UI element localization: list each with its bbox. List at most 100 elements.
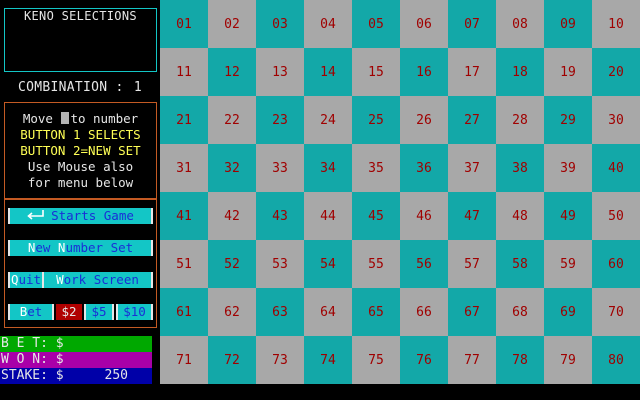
keno-number-cell[interactable]: 46 [400,192,448,240]
keno-number-cell[interactable]: 45 [352,192,400,240]
keno-number-cell[interactable]: 50 [592,192,640,240]
start-game-button[interactable]: Starts Game [8,208,153,224]
keno-number-cell[interactable]: 48 [496,192,544,240]
keno-number-cell[interactable]: 77 [448,336,496,384]
bet-5-button[interactable]: $5 [84,304,114,320]
keno-number-cell[interactable]: 38 [496,144,544,192]
keno-number-grid: 01 02 03 04 05 06 07 08 09 10 11 12 13 14 15 16 17 18 19 20… [160,0,640,384]
keno-number-cell[interactable]: 32 [208,144,256,192]
keno-number-cell[interactable]: 44 [304,192,352,240]
keno-number-cell[interactable]: 30 [592,96,640,144]
keno-number-cell[interactable]: 09 [544,0,592,48]
keno-number-cell[interactable]: 05 [352,0,400,48]
instruction-line-3: BUTTON 2=NEW SET [20,143,141,158]
keno-number-cell[interactable]: 23 [256,96,304,144]
keno-number-cell[interactable]: 43 [256,192,304,240]
instruction-line-1: Move to number [5,111,156,127]
keno-number-cell[interactable]: 78 [496,336,544,384]
keno-number-cell[interactable]: 02 [208,0,256,48]
keno-number-cell[interactable]: 49 [544,192,592,240]
keno-number-cell[interactable]: 59 [544,240,592,288]
keno-number-cell[interactable]: 58 [496,240,544,288]
keno-number-cell[interactable]: 67 [448,288,496,336]
keno-number-cell[interactable]: 08 [496,0,544,48]
menu-box: Starts Game New Number Set Quit Work Scr… [4,198,157,328]
keno-number-cell[interactable]: 66 [400,288,448,336]
keno-number-cell[interactable]: 11 [160,48,208,96]
keno-number-cell[interactable]: 61 [160,288,208,336]
keno-number-cell[interactable]: 65 [352,288,400,336]
keno-number-cell[interactable]: 40 [592,144,640,192]
keno-number-cell[interactable]: 51 [160,240,208,288]
keno-number-cell[interactable]: 01 [160,0,208,48]
keno-number-cell[interactable]: 06 [400,0,448,48]
keno-number-cell[interactable]: 26 [400,96,448,144]
keno-number-cell[interactable]: 71 [160,336,208,384]
keno-number-cell[interactable]: 37 [448,144,496,192]
keno-number-cell[interactable]: 27 [448,96,496,144]
keno-number-cell[interactable]: 47 [448,192,496,240]
instruction-to-number: to number [70,111,139,126]
keno-number-cell[interactable]: 20 [592,48,640,96]
keno-number-cell[interactable]: 33 [256,144,304,192]
keno-number-cell[interactable]: 70 [592,288,640,336]
keno-number-cell[interactable]: 62 [208,288,256,336]
keno-number-cell[interactable]: 12 [208,48,256,96]
keno-number-cell[interactable]: 41 [160,192,208,240]
keno-number-cell[interactable]: 29 [544,96,592,144]
keno-number-cell[interactable]: 68 [496,288,544,336]
won-status-label: W O N: $ [1,352,64,367]
bet-status-bar: B E T: $ [0,336,152,352]
keno-number-cell[interactable]: 14 [304,48,352,96]
bet-button[interactable]: Bet [8,304,54,320]
bet-10-button[interactable]: $10 [116,304,153,320]
new-label: ew [35,240,58,255]
keno-number-cell[interactable]: 57 [448,240,496,288]
keno-number-cell[interactable]: 18 [496,48,544,96]
keno-number-cell[interactable]: 16 [400,48,448,96]
keno-number-cell[interactable]: 75 [352,336,400,384]
keno-number-cell[interactable]: 42 [208,192,256,240]
keno-number-cell[interactable]: 28 [496,96,544,144]
keno-number-cell[interactable]: 56 [400,240,448,288]
keno-number-cell[interactable]: 80 [592,336,640,384]
keno-number-cell[interactable]: 60 [592,240,640,288]
keno-number-cell[interactable]: 24 [304,96,352,144]
quit-button[interactable]: Quit [8,272,44,288]
keno-number-cell[interactable]: 36 [400,144,448,192]
new-number-set-button[interactable]: New Number Set [8,240,153,256]
keno-number-cell[interactable]: 35 [352,144,400,192]
keno-number-cell[interactable]: 25 [352,96,400,144]
keno-number-cell[interactable]: 10 [592,0,640,48]
keno-number-cell[interactable]: 21 [160,96,208,144]
keno-number-cell[interactable]: 13 [256,48,304,96]
keno-number-cell[interactable]: 64 [304,288,352,336]
keno-number-cell[interactable]: 31 [160,144,208,192]
work-screen-button[interactable]: Work Screen [42,272,153,288]
keno-number-cell[interactable]: 54 [304,240,352,288]
keno-number-cell[interactable]: 22 [208,96,256,144]
keno-number-cell[interactable]: 79 [544,336,592,384]
keno-number-cell[interactable]: 63 [256,288,304,336]
keno-number-cell[interactable]: 53 [256,240,304,288]
keno-number-cell[interactable]: 03 [256,0,304,48]
keno-number-cell[interactable]: 74 [304,336,352,384]
bet-2-button[interactable]: $2 [56,304,82,320]
won-status-bar: W O N: $ [0,352,152,368]
keno-number-cell[interactable]: 04 [304,0,352,48]
stake-status-bar: STAKE: $ 250 [0,368,152,384]
keno-number-cell[interactable]: 17 [448,48,496,96]
keno-number-cell[interactable]: 52 [208,240,256,288]
instruction-line-2: BUTTON 1 SELECTS [20,127,141,142]
keno-number-cell[interactable]: 39 [544,144,592,192]
keno-number-cell[interactable]: 07 [448,0,496,48]
keno-number-cell[interactable]: 15 [352,48,400,96]
keno-number-cell[interactable]: 72 [208,336,256,384]
keno-number-cell[interactable]: 34 [304,144,352,192]
work-hotkey: W [56,272,64,287]
keno-number-cell[interactable]: 73 [256,336,304,384]
keno-number-cell[interactable]: 76 [400,336,448,384]
keno-number-cell[interactable]: 19 [544,48,592,96]
keno-number-cell[interactable]: 69 [544,288,592,336]
keno-number-cell[interactable]: 55 [352,240,400,288]
